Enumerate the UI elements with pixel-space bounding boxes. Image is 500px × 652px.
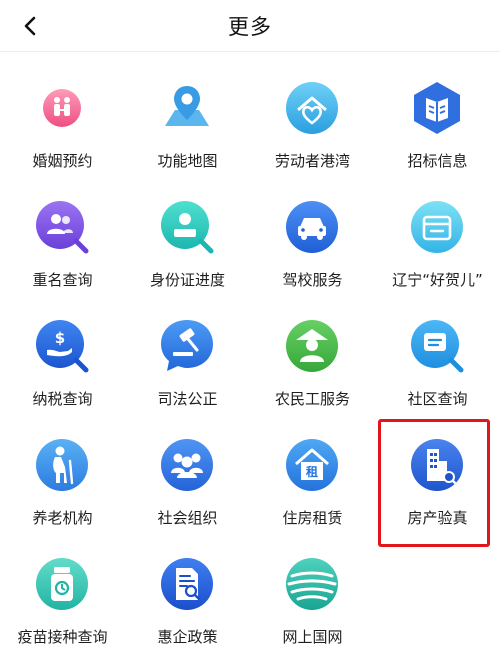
service-label: 社区查询 [407,390,468,408]
service-property-verification[interactable]: 房产验真 [375,409,500,528]
service-tax-query[interactable]: $ 纳税查询 [0,290,125,409]
top-bar: 更多 [0,0,500,52]
map-pin-icon [165,86,209,126]
service-function-map[interactable]: 功能地图 [125,52,250,171]
service-id-card-progress[interactable]: 身份证进度 [125,171,250,290]
service-label: 辽宁“好贺儿” [392,271,483,289]
gavel-icon [161,320,213,371]
car-icon [286,201,338,253]
service-label: 功能地图 [157,152,218,170]
service-vaccination-query[interactable]: 疫苗接种查询 [0,528,125,647]
service-label: 网上国网 [282,628,343,646]
service-duplicate-name-query[interactable]: 重名查询 [0,171,125,290]
service-state-grid-online[interactable]: 网上国网 [250,528,375,647]
marriage-icon [43,89,81,127]
service-marriage-appointment[interactable]: 婚姻预约 [0,52,125,171]
service-worker-harbor[interactable]: 劳动者港湾 [250,52,375,171]
service-enterprise-policy[interactable]: 惠企政策 [125,528,250,647]
service-judicial-justice[interactable]: 司法公正 [125,290,250,409]
community-search-icon [411,320,464,373]
service-elderly-care[interactable]: 养老机构 [0,409,125,528]
house-rent-icon: 租 [286,439,338,491]
id-card-search-icon [161,201,214,254]
service-label: 惠企政策 [157,628,218,646]
vaccine-icon [36,558,88,610]
service-label: 纳税查询 [32,390,93,408]
elderly-icon [36,439,88,491]
harbor-heart-icon [286,82,338,134]
service-label: 住房租赁 [282,509,343,527]
service-driving-school[interactable]: 驾校服务 [250,171,375,290]
service-migrant-worker[interactable]: 农民工服务 [250,290,375,409]
svg-text:$: $ [55,329,65,347]
service-liaoning-haoheer[interactable]: 辽宁“好贺儿” [375,171,500,290]
service-housing-rental[interactable]: 租 住房租赁 [250,409,375,528]
service-label: 社会组织 [157,509,218,527]
service-label: 驾校服务 [282,271,343,289]
service-label: 劳动者港湾 [274,152,350,170]
service-label: 重名查询 [32,271,93,289]
group-icon [161,439,213,491]
people-search-icon [36,201,89,254]
service-bidding-info[interactable]: 招标信息 [375,52,500,171]
service-label: 婚姻预约 [32,152,93,170]
svg-text:租: 租 [306,465,318,479]
service-label: 身份证进度 [149,271,225,289]
book-hexagon-icon [414,82,460,134]
building-verify-icon [411,439,463,491]
policy-doc-icon [161,558,213,610]
service-label: 房产验真 [407,509,468,527]
service-label: 农民工服务 [274,390,350,408]
grid-globe-icon [286,558,338,610]
tax-search-icon: $ [36,320,89,373]
service-label: 疫苗接种查询 [17,628,108,646]
worker-icon [286,320,338,372]
service-community-query[interactable]: 社区查询 [375,290,500,409]
service-label: 司法公正 [157,390,218,408]
folder-icon [411,201,463,253]
page-title: 更多 [228,15,272,39]
service-label: 招标信息 [407,152,468,170]
service-label: 养老机构 [32,509,93,527]
service-social-organization[interactable]: 社会组织 [125,409,250,528]
